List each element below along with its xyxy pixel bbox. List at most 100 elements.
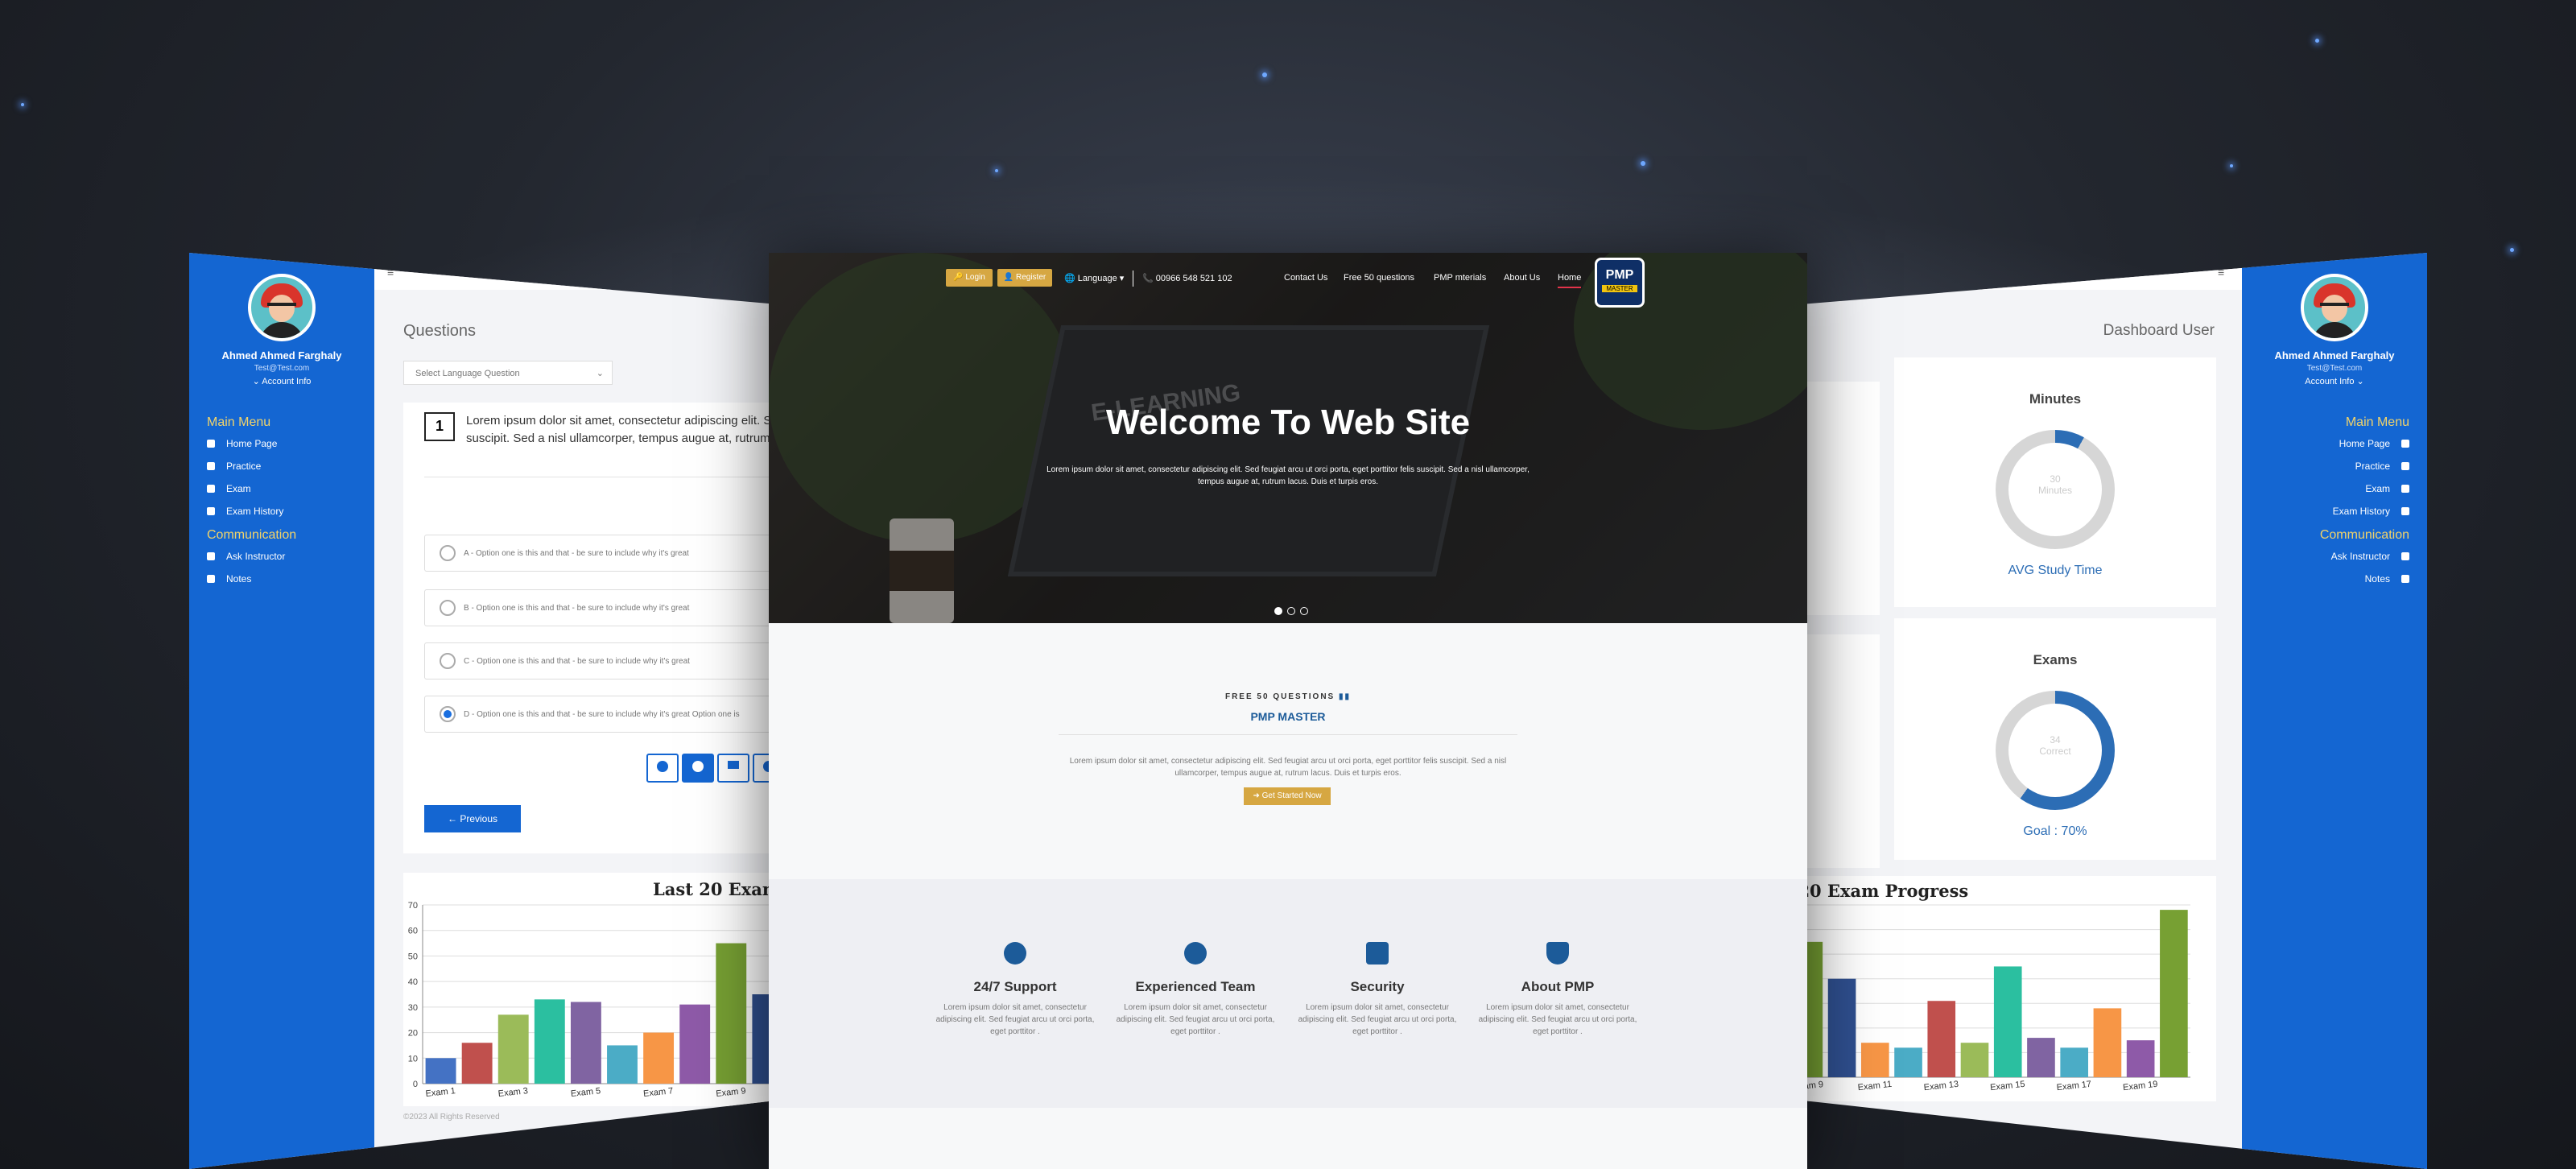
home-icon: [2401, 440, 2409, 448]
chat-icon: [2401, 462, 2409, 470]
hero-title: Welcome To Web Site: [1105, 403, 1471, 442]
question-text: Lorem ipsum dolor sit amet, consectetur …: [466, 414, 786, 445]
sidebar-item-ask-instructor[interactable]: Ask Instructor: [207, 551, 374, 562]
site-logo[interactable]: PMP MASTER: [1595, 258, 1645, 308]
radio-b[interactable]: [440, 600, 456, 616]
background-star: [2230, 164, 2233, 167]
exams-unit: Correct: [2039, 746, 2071, 757]
feature-about-pmp: About PMP Lorem ipsum dolor sit amet, co…: [1477, 942, 1638, 1038]
language-question-select[interactable]: Select Language Question ⌄: [403, 361, 613, 385]
section-title: PMP MASTER: [1250, 710, 1326, 723]
bar: [1993, 966, 2022, 1077]
communication-heading: Communication: [2319, 528, 2409, 542]
exam-progress-chart: 70 60 50 40 30 20 10 0 Exam 1 Exam 3 Exam 5 Exam 7 E…: [408, 901, 817, 1099]
sidebar-item-exam[interactable]: Exam: [207, 483, 374, 494]
nav-about-us[interactable]: About Us: [1504, 273, 1540, 283]
nav-contact-us[interactable]: Contact Us: [1284, 273, 1327, 283]
bar: [2027, 1038, 2055, 1077]
sidebar-item-exam[interactable]: Exam: [2242, 483, 2409, 494]
x-tick-label: Exam 7: [643, 1086, 674, 1099]
questions-main: ≡ Questions Select Language Question ⌄ 1 …: [374, 253, 817, 1169]
user-name: Ahmed Ahmed Farghaly: [221, 349, 342, 361]
edit-icon: [2401, 485, 2409, 493]
minutes-unit: Minutes: [2037, 485, 2073, 496]
sidebar-item-ask-instructor[interactable]: Ask Instructor: [2242, 551, 2409, 562]
background-star: [21, 103, 24, 106]
sidebar-item-home[interactable]: Home Page: [207, 438, 374, 449]
notes-icon: [2401, 575, 2409, 583]
get-started-button[interactable]: ➜ Get Started Now: [1244, 787, 1331, 805]
globe-icon: [657, 761, 668, 772]
radio-c[interactable]: [440, 653, 456, 669]
globe-button[interactable]: [646, 754, 679, 783]
team-icon: [1184, 942, 1207, 965]
shield-icon: [1546, 942, 1569, 965]
carousel-dot[interactable]: [1287, 607, 1295, 615]
answer-option-a[interactable]: A - Option one is this and that - be sur…: [424, 535, 817, 572]
page-title: Questions: [403, 322, 477, 340]
section-kicker: FREE 50 QUESTIONS ▮▮: [1224, 692, 1352, 701]
previous-button[interactable]: ← Previous: [424, 805, 521, 832]
dashboard-app-panel: ≡ Dashboard User Minutes 30 Minutes AVG S…: [1759, 253, 2427, 1169]
y-tick-label: 20: [408, 1029, 418, 1039]
nav-pmp-materials[interactable]: PMP mterials: [1434, 273, 1486, 283]
feature-team: Experienced Team Lorem ipsum dolor sit a…: [1115, 942, 1276, 1038]
background-star: [2510, 248, 2514, 252]
account-info-link[interactable]: ⌄ Account Info: [189, 376, 374, 386]
x-tick-label: Exam 5: [570, 1086, 601, 1099]
login-button[interactable]: 🔑 Login: [946, 269, 993, 287]
answer-option-c[interactable]: C - Option one is this and that - be sur…: [424, 642, 817, 680]
carousel-dot[interactable]: [1274, 607, 1282, 615]
bar: [534, 999, 565, 1084]
answer-option-b[interactable]: B - Option one is this and that - be sur…: [424, 589, 817, 626]
user-name: Ahmed Ahmed Farghaly: [2274, 349, 2395, 361]
bar: [2160, 910, 2188, 1077]
nav-free-50-questions[interactable]: Free 50 questions: [1344, 273, 1414, 283]
stat-caption: Goal : 70%: [2023, 824, 2087, 838]
answer-option-d[interactable]: D - Option one is this and that - be sur…: [424, 696, 817, 733]
list-button[interactable]: [717, 754, 749, 783]
question-icon: [2401, 552, 2409, 560]
account-info-link[interactable]: Account Info ⌄: [2242, 376, 2427, 386]
sidebar-item-practice[interactable]: Practice: [2242, 461, 2409, 472]
avatar[interactable]: [2301, 274, 2368, 341]
menu-toggle-icon[interactable]: ≡: [2218, 266, 2231, 279]
exams-value: 34: [2050, 734, 2061, 746]
bell-button[interactable]: [682, 754, 714, 783]
bar: [1894, 1047, 1922, 1077]
radio-d[interactable]: [440, 706, 456, 722]
bar: [497, 1014, 529, 1084]
sidebar-item-notes[interactable]: Notes: [2242, 573, 2409, 584]
main-menu-heading: Main Menu: [207, 415, 271, 429]
register-button[interactable]: 👤 Register: [997, 269, 1052, 287]
bar: [2126, 1040, 2155, 1077]
footer-copyright: ©2023 All Rights Reserved: [403, 1113, 500, 1121]
carousel-dot[interactable]: [1300, 607, 1308, 615]
bar: [607, 1045, 638, 1084]
question-card: 1 Lorem ipsum dolor sit amet, consectetu…: [403, 403, 817, 853]
sidebar-item-home[interactable]: Home Page: [2242, 438, 2409, 449]
x-tick-label: Exam 15: [1990, 1080, 2025, 1093]
x-tick-label: Exam 17: [2056, 1080, 2091, 1093]
bar: [1827, 978, 1856, 1077]
bar: [2093, 1008, 2122, 1077]
sidebar-item-notes[interactable]: Notes: [207, 573, 374, 584]
nav-home[interactable]: Home: [1558, 273, 1582, 288]
exams-donut: 34 Correct: [1996, 691, 2115, 810]
bell-icon: [692, 761, 704, 772]
features-section: 24/7 Support Lorem ipsum dolor sit amet,…: [769, 879, 1807, 1108]
radio-a[interactable]: [440, 545, 456, 561]
lock-icon: [1366, 942, 1389, 965]
x-tick-label: Exam 3: [497, 1086, 528, 1099]
sidebar-item-practice[interactable]: Practice: [207, 461, 374, 472]
menu-toggle-icon[interactable]: ≡: [387, 266, 400, 279]
avatar[interactable]: [248, 274, 316, 341]
page-title: Dashboard User: [2103, 322, 2215, 339]
phone-number: 📞 00966 548 521 102: [1142, 274, 1232, 283]
x-tick-label: Exam 19: [2123, 1080, 2158, 1093]
carousel-dots[interactable]: [1274, 607, 1308, 615]
language-dropdown[interactable]: 🌐 Language ▾: [1064, 273, 1124, 283]
sidebar-item-exam-history[interactable]: Exam History: [2242, 506, 2409, 517]
background-star: [995, 169, 998, 172]
sidebar-item-exam-history[interactable]: Exam History: [207, 506, 374, 517]
